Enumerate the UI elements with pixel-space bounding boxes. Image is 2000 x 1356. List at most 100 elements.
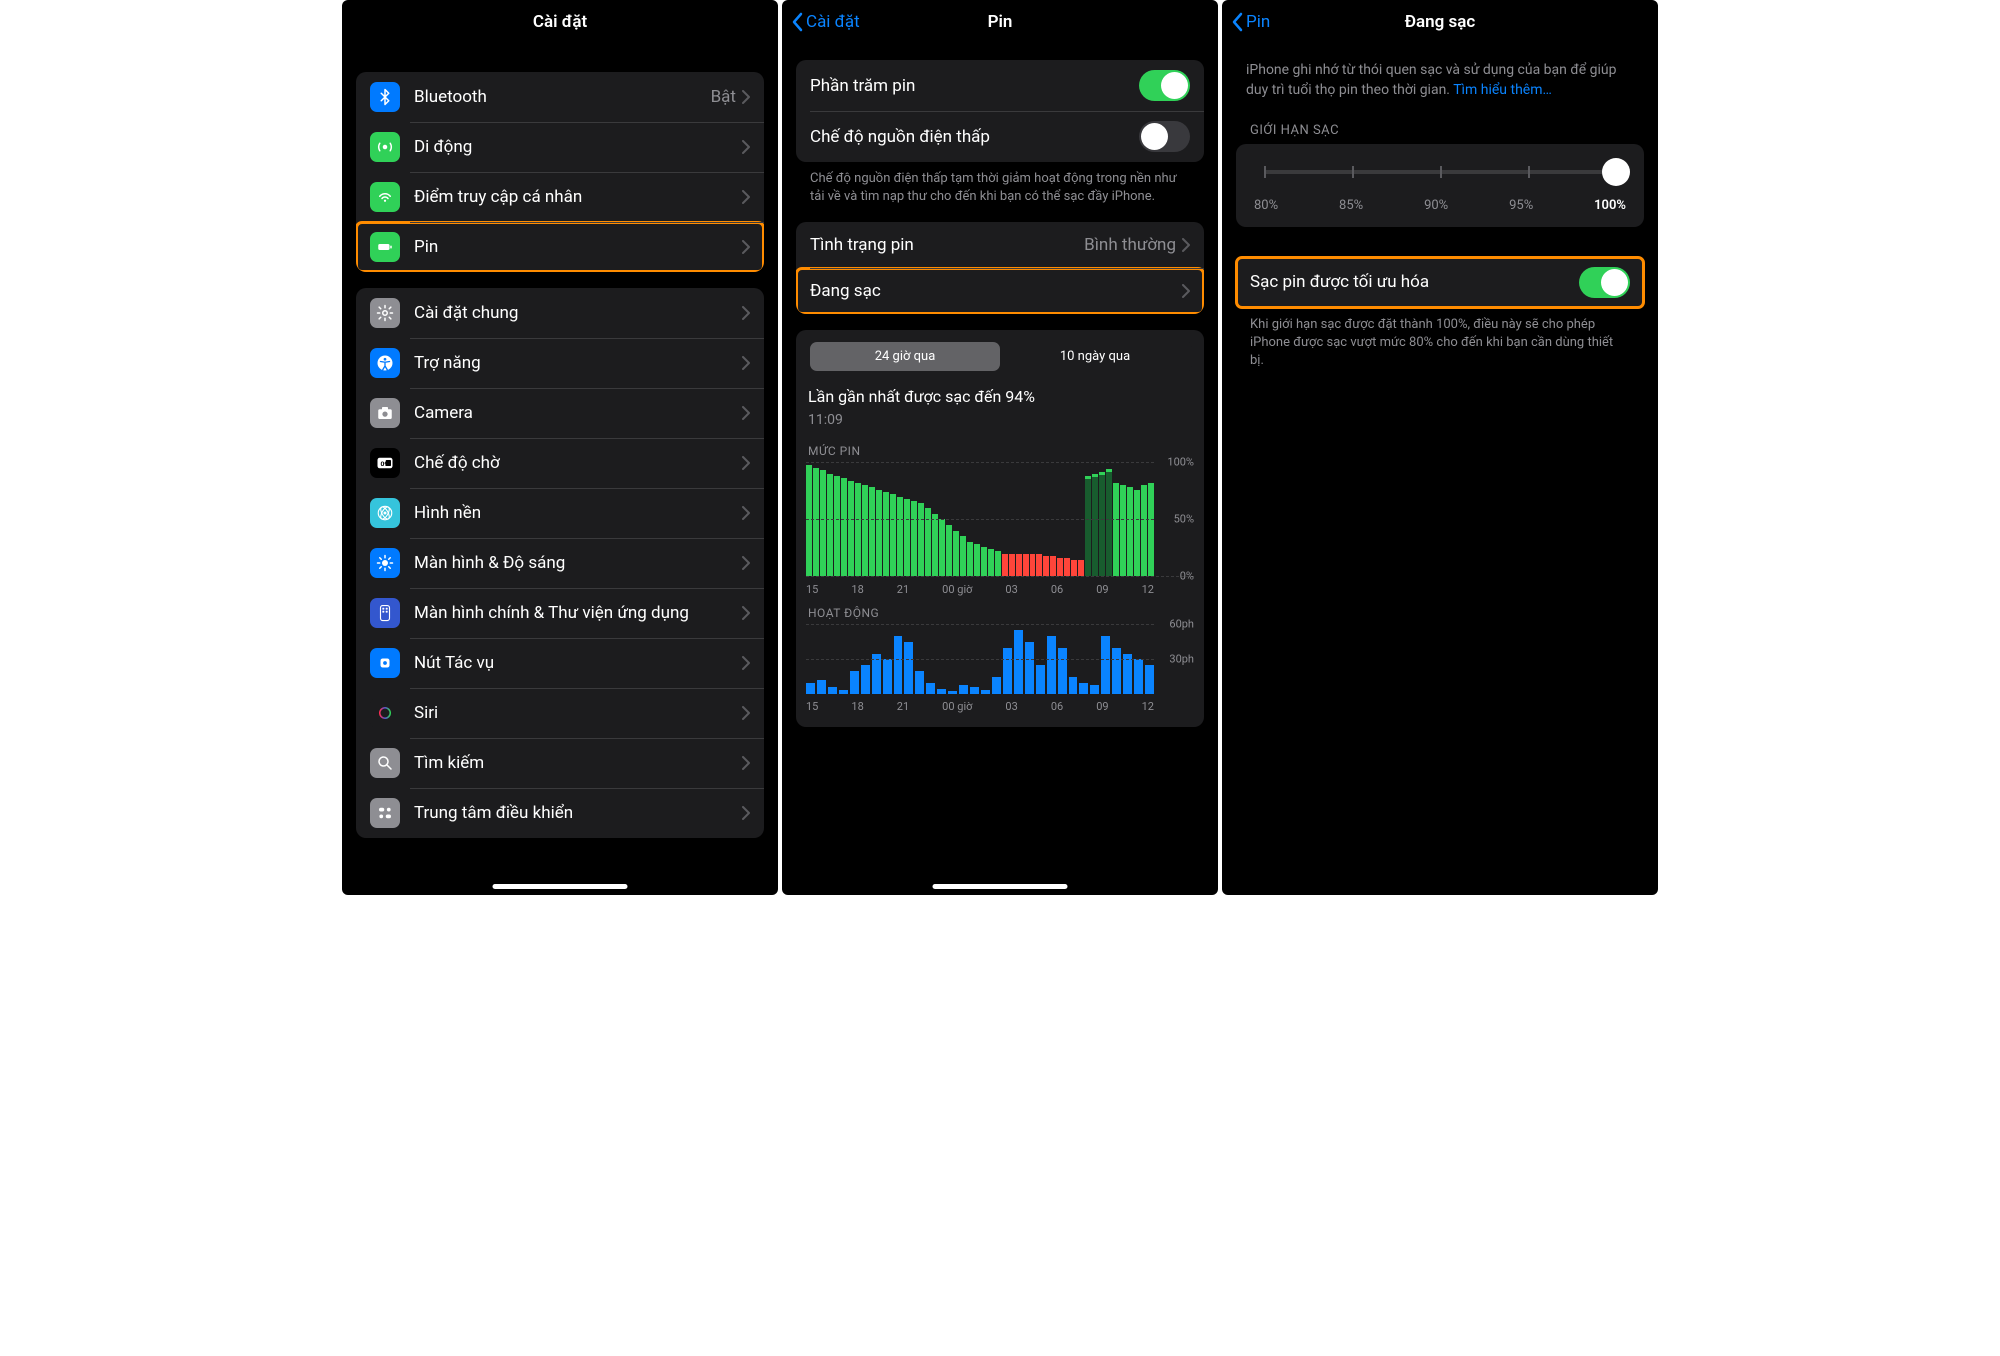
- settings-row-display[interactable]: Màn hình & Độ sáng: [356, 538, 764, 588]
- chart-bar: [813, 468, 819, 576]
- row-label: Cài đặt chung: [414, 303, 742, 323]
- chart-bar: [883, 659, 892, 694]
- x-tick: 15: [806, 583, 818, 596]
- battery-percentage-row[interactable]: Phần trăm pin: [796, 60, 1204, 111]
- battery-usage-card: 24 giờ qua 10 ngày qua Lần gần nhất được…: [796, 330, 1204, 727]
- settings-row-wallpaper[interactable]: Hình nền: [356, 488, 764, 538]
- homescreen-icon: [376, 604, 394, 622]
- slider-label-active: 100%: [1594, 198, 1626, 213]
- settings-group-connectivity: BluetoothBậtDi động Điểm truy cập cá nhân…: [356, 72, 764, 272]
- x-tick: 15: [806, 700, 818, 713]
- settings-screen: Cài đặt BluetoothBậtDi độngĐiểm truy cập…: [342, 0, 778, 895]
- settings-row-gear[interactable]: Cài đặt chung: [356, 288, 764, 338]
- settings-row-accessibility[interactable]: Trợ năng: [356, 338, 764, 388]
- settings-row-action[interactable]: Nút Tác vụ: [356, 638, 764, 688]
- battery-health-row[interactable]: Tình trạng pin Bình thường: [796, 222, 1204, 268]
- navbar: Cài đặt Pin: [782, 0, 1218, 44]
- back-label: Cài đặt: [806, 12, 860, 32]
- chart-bar: [1058, 648, 1067, 695]
- settings-row-control[interactable]: Trung tâm điều khiển: [356, 788, 764, 838]
- chevron-right-icon: [742, 90, 750, 104]
- x-axis-labels: 15182100 giờ03060912: [806, 694, 1194, 717]
- battery-info-group: Tình trạng pin Bình thường Đang sạc: [796, 222, 1204, 314]
- x-tick: 18: [851, 583, 863, 596]
- low-power-row[interactable]: Chế độ nguồn điện thấp: [796, 111, 1204, 162]
- chart-bar: [817, 680, 826, 694]
- chart-bar: [806, 683, 815, 695]
- tab-24h[interactable]: 24 giờ qua: [810, 342, 1000, 371]
- settings-row-camera[interactable]: Camera: [356, 388, 764, 438]
- x-tick: 00 giờ: [942, 700, 972, 713]
- chart-bar: [925, 508, 931, 576]
- battery-percentage-toggle[interactable]: [1139, 70, 1190, 101]
- chart-bar: [981, 547, 987, 577]
- settings-row-hotspot[interactable]: Điểm truy cập cá nhân: [356, 172, 764, 222]
- settings-row-homescreen[interactable]: Màn hình chính & Thư viện ứng dụng: [356, 588, 764, 638]
- chart-bar: [834, 476, 840, 576]
- chart-bar: [904, 642, 913, 695]
- chart-bar: [1003, 648, 1012, 695]
- low-power-toggle[interactable]: [1139, 121, 1190, 152]
- settings-row-standby[interactable]: 09Chế độ chờ: [356, 438, 764, 488]
- chart-bar: [828, 687, 837, 694]
- chart-bar: [918, 503, 924, 576]
- slider-thumb[interactable]: [1602, 158, 1630, 186]
- learn-more-link[interactable]: Tìm hiểu thêm…: [1453, 82, 1552, 98]
- last-charge-time: 11:09: [806, 410, 1194, 438]
- x-tick: 12: [1142, 583, 1154, 596]
- chart-bar: [1078, 560, 1084, 576]
- chart-bar: [1064, 558, 1070, 576]
- back-button[interactable]: Cài đặt: [790, 12, 860, 32]
- charging-intro: iPhone ghi nhớ từ thói quen sạc và sử dụ…: [1222, 44, 1658, 107]
- chevron-right-icon: [742, 140, 750, 154]
- chart-bar: [1134, 659, 1143, 694]
- chart-bar: [855, 483, 861, 576]
- y-tick: 60ph: [1169, 618, 1194, 631]
- settings-row-cellular[interactable]: Di động: [356, 122, 764, 172]
- chart-bar: [946, 525, 952, 576]
- charge-limit-slider[interactable]: [1264, 170, 1616, 174]
- battery-level-label: MỨC PIN: [806, 438, 1194, 462]
- chart-bar: [1030, 554, 1036, 577]
- chart-bar: [894, 636, 903, 694]
- wallpaper-app-icon: [370, 498, 400, 528]
- settings-row-search[interactable]: Tìm kiếm: [356, 738, 764, 788]
- battery-app-icon: [370, 232, 400, 262]
- chart-bar: [1090, 685, 1099, 694]
- chart-bar: [904, 499, 910, 577]
- slider-label: 90%: [1424, 198, 1448, 213]
- navbar: Pin Đang sạc: [1222, 0, 1658, 44]
- optimized-charging-section: Sạc pin được tối ưu hóa: [1236, 257, 1644, 308]
- charging-row[interactable]: Đang sạc: [796, 268, 1204, 314]
- low-power-footer: Chế độ nguồn điện thấp tạm thời giảm hoạ…: [782, 162, 1218, 206]
- settings-row-battery[interactable]: Pin: [356, 222, 764, 272]
- chart-bar: [926, 683, 935, 695]
- settings-group-general: Cài đặt chung Trợ năng Camera 09Chế độ chờH…: [356, 288, 764, 838]
- time-range-segmented[interactable]: 24 giờ qua 10 ngày qua: [808, 340, 1192, 373]
- chart-bar: [939, 519, 945, 576]
- chart-bar: [1101, 636, 1110, 694]
- row-label: Điểm truy cập cá nhân: [414, 187, 742, 207]
- y-tick: 0%: [1180, 570, 1194, 583]
- chart-bar: [995, 551, 1001, 576]
- x-tick: 00 giờ: [942, 583, 972, 596]
- chart-bar: [872, 654, 881, 695]
- tab-10d[interactable]: 10 ngày qua: [1000, 342, 1190, 371]
- x-tick: 03: [1005, 700, 1017, 713]
- settings-row-bluetooth[interactable]: BluetoothBật: [356, 72, 764, 122]
- settings-row-siri[interactable]: Siri: [356, 688, 764, 738]
- battery-level-chart: 100% 50% 0%: [806, 462, 1194, 577]
- chart-bar: [1036, 665, 1045, 694]
- home-indicator[interactable]: [933, 884, 1068, 889]
- optimized-charging-toggle[interactable]: [1579, 267, 1630, 298]
- search-app-icon: [370, 748, 400, 778]
- x-tick: 09: [1096, 583, 1108, 596]
- standby-app-icon: 09: [370, 448, 400, 478]
- row-label: Camera: [414, 403, 742, 423]
- optimized-charging-row[interactable]: Sạc pin được tối ưu hóa: [1236, 257, 1644, 308]
- back-button[interactable]: Pin: [1230, 12, 1270, 32]
- hotspot-icon: [376, 188, 394, 206]
- home-indicator[interactable]: [493, 884, 628, 889]
- chart-bar: [1036, 554, 1042, 577]
- chart-bar: [1099, 472, 1105, 577]
